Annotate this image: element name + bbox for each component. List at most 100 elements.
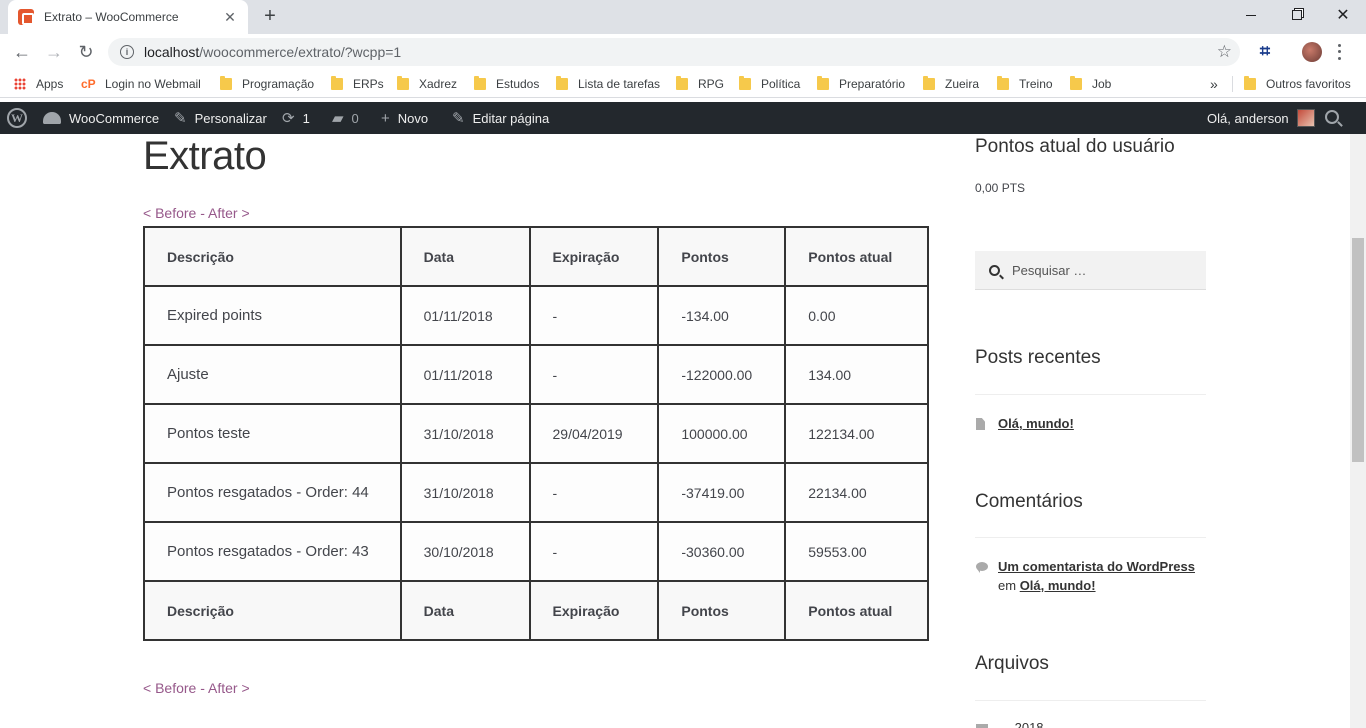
- cell-pontos: -134.00: [657, 285, 787, 346]
- updates-count: 1: [302, 110, 310, 126]
- comments-link[interactable]: ▰ 0: [332, 102, 359, 134]
- bookmark-label: Outros favoritos: [1266, 77, 1351, 91]
- sidebar-search-input[interactable]: Pesquisar …: [975, 251, 1206, 290]
- comments-count: 0: [351, 110, 359, 126]
- bookmark-label: Treino: [1019, 77, 1053, 91]
- browser-tab-strip: Extrato – WooCommerce ✕ + ✕: [0, 0, 1366, 34]
- profile-avatar-icon[interactable]: [1302, 42, 1322, 62]
- edit-page-link[interactable]: ✎ Editar página: [452, 102, 549, 134]
- cell-expiracao: -: [528, 344, 660, 405]
- window-restore-button[interactable]: [1274, 0, 1320, 30]
- back-arrow-icon[interactable]: ←: [10, 40, 34, 64]
- bookmarks-separator: [1232, 76, 1233, 92]
- pagination-top[interactable]: < Before - After >: [143, 205, 250, 221]
- cell-expiracao: -: [528, 521, 660, 582]
- folder-icon: [474, 76, 486, 90]
- cell-data: 30/10/2018: [399, 521, 531, 582]
- browser-menu-icon[interactable]: [1336, 42, 1342, 62]
- my-account-link[interactable]: Olá, anderson: [1207, 102, 1315, 134]
- points-value: 0,00 PTS: [975, 181, 1026, 195]
- brush-icon: ✎: [174, 110, 187, 127]
- window-minimize-button[interactable]: [1228, 0, 1274, 30]
- recent-post-link[interactable]: Olá, mundo!: [998, 416, 1074, 431]
- footer-pontos: Pontos: [657, 580, 787, 641]
- header-data: Data: [399, 226, 531, 287]
- bookmarks-overflow-icon[interactable]: »: [1210, 76, 1218, 92]
- folder-icon: [220, 76, 232, 90]
- archive-item[interactable]: … 2018: [998, 720, 1044, 728]
- bookmark-folder-erps[interactable]: ERPs: [331, 76, 384, 92]
- bookmarks-bar: Apps cP Login no Webmail Programação ERPs…: [0, 70, 1366, 98]
- updates-link[interactable]: ⟳ 1: [282, 102, 310, 134]
- forward-arrow-icon[interactable]: →: [42, 40, 66, 64]
- widget-divider: [975, 394, 1206, 395]
- bookmark-label: Programação: [242, 77, 315, 91]
- folder-icon: [923, 76, 935, 90]
- bookmark-apps[interactable]: Apps: [14, 76, 63, 92]
- bookmark-folder-politica[interactable]: Política: [739, 76, 800, 92]
- bookmark-folder-estudos[interactable]: Estudos: [474, 76, 539, 92]
- customize-link[interactable]: ✎ Personalizar: [174, 102, 267, 134]
- admin-search-icon[interactable]: [1325, 110, 1339, 124]
- cpanel-icon: cP: [81, 77, 96, 91]
- comment-post-link[interactable]: Olá, mundo!: [1020, 578, 1096, 593]
- folder-icon: [556, 76, 568, 90]
- plus-icon: +: [381, 109, 390, 127]
- widget-divider: [975, 700, 1206, 701]
- new-content-link[interactable]: + Novo: [381, 102, 428, 134]
- search-icon: [989, 264, 1000, 276]
- extension-icon[interactable]: ⌗: [1256, 42, 1274, 60]
- page-scrollbar[interactable]: [1350, 134, 1366, 728]
- site-info-icon[interactable]: i: [120, 45, 134, 59]
- cell-pontos-atual: 122134.00: [784, 403, 929, 464]
- bookmark-other-favorites[interactable]: Outros favoritos: [1244, 76, 1351, 92]
- cell-pontos-atual: 22134.00: [784, 462, 929, 523]
- header-expiracao: Expiração: [528, 226, 660, 287]
- scrollbar-thumb[interactable]: [1352, 238, 1364, 462]
- comment-author-link[interactable]: Um comentarista do WordPress: [998, 559, 1195, 574]
- footer-data: Data: [399, 580, 531, 641]
- cell-pontos: -122000.00: [657, 344, 787, 405]
- page-content: Extrato < Before - After > Descrição Dat…: [0, 134, 1350, 728]
- cell-descricao: Ajuste: [143, 344, 402, 405]
- wordpress-logo-button[interactable]: W: [7, 102, 27, 134]
- bookmark-folder-preparatorio[interactable]: Preparatório: [817, 76, 905, 92]
- bookmark-label: Preparatório: [839, 77, 906, 91]
- window-close-button[interactable]: ✕: [1320, 0, 1366, 30]
- tab-close-icon[interactable]: ✕: [222, 9, 238, 26]
- cell-descricao: Expired points: [143, 285, 402, 346]
- table-row: Pontos resgatados - Order: 44 31/10/2018…: [143, 462, 929, 523]
- bookmark-webmail[interactable]: cP Login no Webmail: [81, 76, 201, 92]
- cell-data: 01/11/2018: [399, 344, 531, 405]
- bookmark-folder-job[interactable]: Job: [1070, 76, 1111, 92]
- reload-icon[interactable]: ↻: [74, 40, 98, 64]
- bookmark-star-icon[interactable]: ☆: [1217, 42, 1232, 62]
- woocommerce-favicon-icon: [18, 9, 34, 25]
- cell-pontos: -37419.00: [657, 462, 787, 523]
- browser-toolbar: ← → ↻ i localhost/woocommerce/extrato/?w…: [0, 34, 1366, 70]
- folder-icon: [676, 76, 688, 90]
- address-bar[interactable]: i localhost/woocommerce/extrato/?wcpp=1 …: [108, 38, 1240, 66]
- pagination-bottom[interactable]: < Before - After >: [143, 680, 250, 696]
- folder-icon: [397, 76, 409, 90]
- bookmark-folder-xadrez[interactable]: Xadrez: [397, 76, 457, 92]
- site-name-link[interactable]: WooCommerce: [43, 102, 159, 134]
- bookmark-folder-zueira[interactable]: Zueira: [923, 76, 979, 92]
- bookmark-folder-programacao[interactable]: Programação: [220, 76, 314, 92]
- bookmark-label: RPG: [698, 77, 725, 91]
- bookmark-label: Apps: [36, 77, 64, 91]
- cell-data: 31/10/2018: [399, 462, 531, 523]
- browser-tab[interactable]: Extrato – WooCommerce ✕: [8, 0, 248, 34]
- bookmark-folder-rpg[interactable]: RPG: [676, 76, 724, 92]
- cell-pontos-atual: 134.00: [784, 344, 929, 405]
- greeting-label: Olá, anderson: [1207, 110, 1289, 126]
- new-tab-button[interactable]: +: [260, 6, 280, 26]
- footer-descricao: Descrição: [143, 580, 402, 641]
- cell-pontos-atual: 0.00: [784, 285, 929, 346]
- bookmark-folder-lista[interactable]: Lista de tarefas: [556, 76, 660, 92]
- url-text: localhost/woocommerce/extrato/?wcpp=1: [144, 44, 401, 60]
- bookmark-folder-treino[interactable]: Treino: [997, 76, 1053, 92]
- updates-icon: ⟳: [282, 110, 295, 127]
- site-name-label: WooCommerce: [69, 110, 160, 126]
- table-row: Expired points 01/11/2018 - -134.00 0.00: [143, 285, 929, 346]
